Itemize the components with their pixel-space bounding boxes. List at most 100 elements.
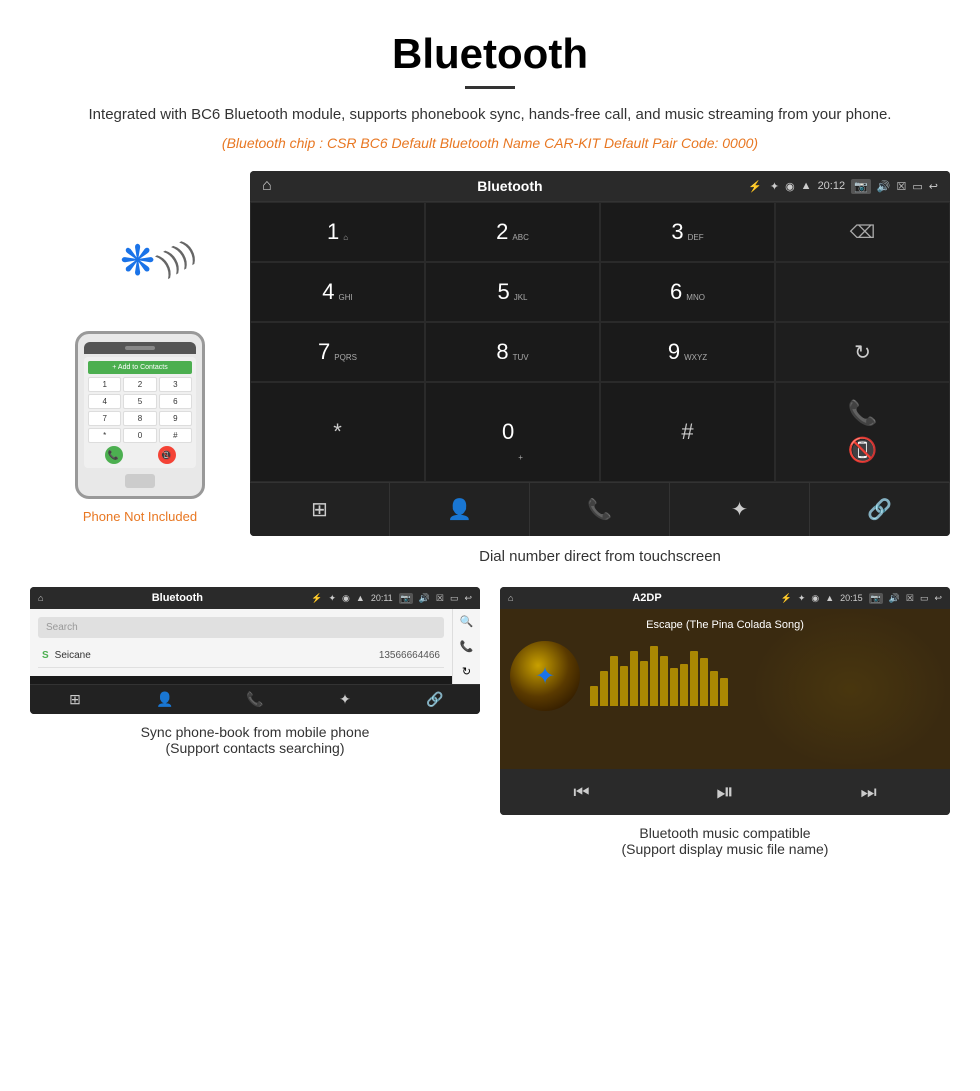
- phone-key-8[interactable]: 8: [123, 411, 156, 426]
- head-unit-caption: Dial number direct from touchscreen: [250, 536, 950, 577]
- viz-bar-1: [590, 686, 598, 706]
- music-close-icon[interactable]: ☒: [906, 593, 914, 604]
- viz-bar-7: [650, 646, 658, 706]
- pb-call-btn[interactable]: 📞: [210, 691, 300, 708]
- phone-screen: + Add to Contacts 1 2 3 4 5 6 7 8 9 * 0 …: [84, 357, 196, 468]
- pb-search-icon[interactable]: 🔍: [460, 615, 474, 628]
- viz-bar-12: [700, 658, 708, 706]
- home-icon[interactable]: ⌂: [262, 177, 272, 195]
- search-bar[interactable]: Search: [38, 617, 444, 638]
- music-caption: Bluetooth music compatible (Support disp…: [500, 815, 950, 857]
- music-window-icon[interactable]: ▭: [920, 593, 929, 604]
- bluetooth-wifi-graphic: ❋ )))): [115, 231, 195, 311]
- dial-key-4[interactable]: 4GHI: [250, 262, 425, 322]
- dial-key-8[interactable]: 8TUV: [425, 322, 600, 382]
- viz-bar-2: [600, 671, 608, 706]
- phone-key-2[interactable]: 2: [123, 377, 156, 392]
- phone-screen-header: + Add to Contacts: [88, 361, 192, 374]
- dial-key-1[interactable]: 1⌂: [250, 202, 425, 262]
- pb-volume-icon[interactable]: 🔊: [419, 593, 430, 604]
- dial-key-6[interactable]: 6MNO: [600, 262, 775, 322]
- contact-item[interactable]: S Seicane 13566664466: [38, 644, 444, 668]
- volume-icon[interactable]: 🔊: [877, 180, 891, 193]
- bluetooth-icon: ❋: [120, 236, 155, 285]
- dial-key-0[interactable]: 0+: [425, 382, 600, 482]
- music-back-icon[interactable]: ↩: [934, 593, 942, 604]
- music-controls: ⏮ ⏯ ⏭: [500, 769, 950, 815]
- call-answer-icon[interactable]: 📞: [848, 399, 878, 428]
- viz-bar-14: [720, 678, 728, 706]
- phone-btn[interactable]: 📞: [530, 483, 670, 536]
- phone-key-0[interactable]: 0: [123, 428, 156, 443]
- back-icon[interactable]: ↩: [929, 180, 938, 193]
- pb-bt-icon: ✦: [328, 593, 336, 604]
- pb-caption: Sync phone-book from mobile phone (Suppo…: [30, 714, 480, 756]
- viz-bar-13: [710, 671, 718, 706]
- dial-key-empty-2: [775, 262, 950, 322]
- pb-action-bar: ⊞ 👤 📞 ✦ 🔗: [30, 684, 480, 714]
- dial-key-refresh[interactable]: ↻: [775, 322, 950, 382]
- pb-window-icon[interactable]: ▭: [450, 593, 459, 604]
- dial-key-star[interactable]: *: [250, 382, 425, 482]
- music-gps-icon: ◉: [811, 593, 819, 604]
- pb-phone-icon[interactable]: 📞: [460, 640, 474, 653]
- grid-btn[interactable]: ⊞: [250, 483, 390, 536]
- dial-key-3[interactable]: 3DEF: [600, 202, 775, 262]
- phone-key-3[interactable]: 3: [159, 377, 192, 392]
- music-home-icon[interactable]: ⌂: [508, 593, 513, 603]
- contact-name: Seicane: [55, 650, 379, 661]
- window-icon[interactable]: ▭: [912, 180, 922, 193]
- music-screen: ⌂ A2DP ⚡ ✦ ◉ ▲ 20:15 📷 🔊 ☒ ▭ ↩ Escape (T…: [500, 587, 950, 815]
- pb-icons-col: 🔍 📞 ↻: [452, 609, 480, 684]
- music-camera-icon: 📷: [869, 593, 883, 604]
- phone-key-hash[interactable]: #: [159, 428, 192, 443]
- pb-refresh-icon[interactable]: ↻: [462, 665, 471, 678]
- pb-grid-btn[interactable]: ⊞: [30, 691, 120, 708]
- viz-bar-11: [690, 651, 698, 706]
- pb-link-btn[interactable]: 🔗: [390, 691, 480, 708]
- next-btn[interactable]: ⏭: [860, 782, 876, 803]
- phonebook-screen: ⌂ Bluetooth ⚡ ✦ ◉ ▲ 20:11 📷 🔊 ☒ ▭ ↩ Sear…: [30, 587, 480, 714]
- dial-key-7[interactable]: 7PQRS: [250, 322, 425, 382]
- phone-key-6[interactable]: 6: [159, 394, 192, 409]
- play-pause-btn[interactable]: ⏯: [716, 779, 734, 805]
- dial-key-2[interactable]: 2ABC: [425, 202, 600, 262]
- music-volume-icon[interactable]: 🔊: [889, 593, 900, 604]
- phone-key-4[interactable]: 4: [88, 394, 121, 409]
- dial-key-hash[interactable]: #: [600, 382, 775, 482]
- pb-back-icon[interactable]: ↩: [464, 593, 472, 604]
- phone-key-1[interactable]: 1: [88, 377, 121, 392]
- phone-end-btn[interactable]: 📵: [158, 446, 176, 464]
- prev-btn[interactable]: ⏮: [573, 782, 589, 803]
- pb-close-icon[interactable]: ☒: [436, 593, 444, 604]
- phone-key-9[interactable]: 9: [159, 411, 192, 426]
- dial-key-9[interactable]: 9WXYZ: [600, 322, 775, 382]
- viz-bar-3: [610, 656, 618, 706]
- link-btn[interactable]: 🔗: [810, 483, 950, 536]
- bluetooth-status-icon: ✦: [770, 180, 779, 193]
- pb-home-icon[interactable]: ⌂: [38, 593, 43, 603]
- header-divider: [465, 86, 515, 89]
- pb-time: 20:11: [371, 593, 393, 603]
- page-title: Bluetooth: [60, 30, 920, 78]
- phone-not-included-label: Phone Not Included: [83, 509, 197, 524]
- main-content: ❋ )))) + Add to Contacts 1 2 3 4 5 6 7 8: [0, 161, 980, 587]
- phone-key-7[interactable]: 7: [88, 411, 121, 426]
- music-main: ✦: [510, 641, 940, 711]
- dial-key-5[interactable]: 5JKL: [425, 262, 600, 322]
- time-display: 20:12: [818, 180, 846, 192]
- phone-key-5[interactable]: 5: [123, 394, 156, 409]
- header-description: Integrated with BC6 Bluetooth module, su…: [60, 103, 920, 127]
- contacts-btn[interactable]: 👤: [390, 483, 530, 536]
- music-wrapper: ⌂ A2DP ⚡ ✦ ◉ ▲ 20:15 📷 🔊 ☒ ▭ ↩ Escape (T…: [500, 587, 950, 857]
- close-box-icon[interactable]: ☒: [897, 180, 907, 193]
- phone-call-btn[interactable]: 📞: [105, 446, 123, 464]
- bluetooth-btn[interactable]: ✦: [670, 483, 810, 536]
- pb-contacts-btn[interactable]: 👤: [120, 691, 210, 708]
- call-end-icon[interactable]: 📵: [848, 436, 878, 465]
- dial-key-backspace[interactable]: ⌫: [775, 202, 950, 262]
- gps-icon: ◉: [785, 180, 795, 193]
- pb-bt-btn[interactable]: ✦: [300, 691, 390, 708]
- phone-home-button[interactable]: [125, 474, 155, 488]
- phone-key-star[interactable]: *: [88, 428, 121, 443]
